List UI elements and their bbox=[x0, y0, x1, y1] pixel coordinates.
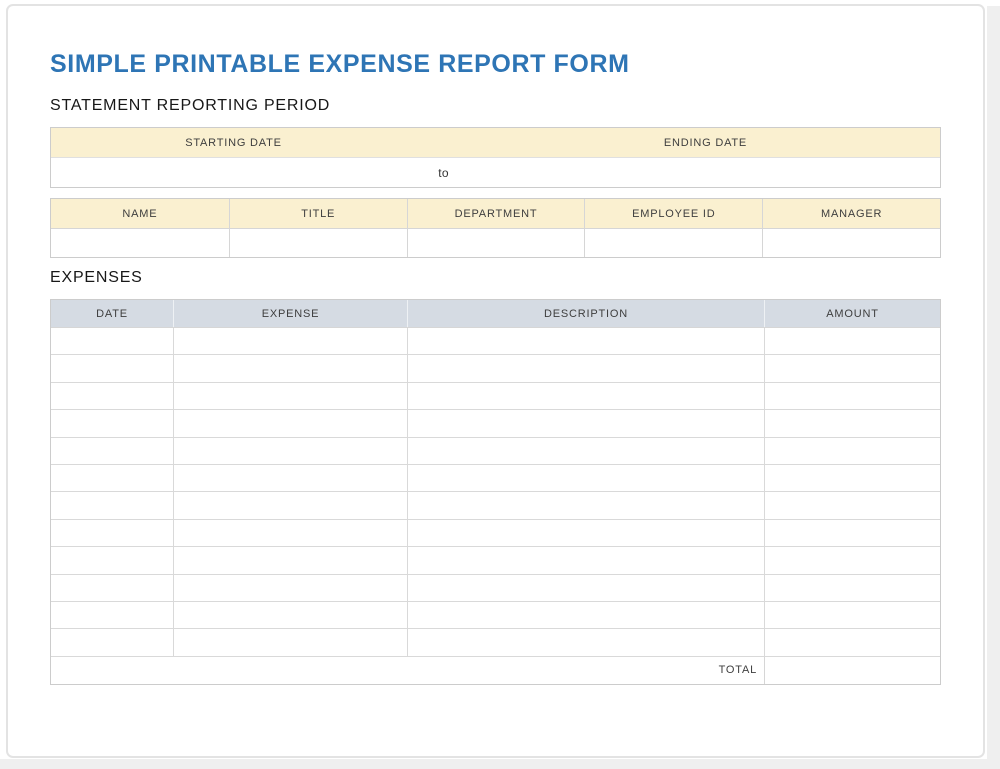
expense-cell[interactable] bbox=[764, 492, 940, 518]
expense-cell[interactable] bbox=[764, 465, 940, 491]
expenses-table: DATE EXPENSE DESCRIPTION AMOUNT TOTAL bbox=[50, 299, 941, 685]
expense-cell[interactable] bbox=[173, 602, 407, 628]
expense-cell[interactable] bbox=[764, 547, 940, 573]
department-header: DEPARTMENT bbox=[407, 199, 585, 228]
expenses-total-row: TOTAL bbox=[51, 657, 940, 684]
to-label: to bbox=[416, 158, 471, 187]
expense-cell[interactable] bbox=[764, 438, 940, 464]
ending-date-field[interactable] bbox=[471, 158, 940, 187]
reporting-period-value-row: to bbox=[51, 158, 940, 187]
expense-cell[interactable] bbox=[51, 410, 173, 436]
header-spacer-cell bbox=[416, 128, 471, 157]
expense-cell[interactable] bbox=[407, 520, 764, 546]
expense-cell[interactable] bbox=[764, 383, 940, 409]
expense-cell[interactable] bbox=[173, 328, 407, 354]
expense-header: EXPENSE bbox=[173, 300, 407, 327]
expense-cell[interactable] bbox=[51, 438, 173, 464]
expense-row bbox=[51, 575, 940, 602]
expense-cell[interactable] bbox=[407, 575, 764, 601]
section-heading-expenses: EXPENSES bbox=[50, 269, 143, 287]
name-header: NAME bbox=[51, 199, 229, 228]
expense-cell[interactable] bbox=[764, 328, 940, 354]
date-header: DATE bbox=[51, 300, 173, 327]
expense-cell[interactable] bbox=[407, 547, 764, 573]
expense-cell[interactable] bbox=[407, 492, 764, 518]
total-label: TOTAL bbox=[51, 657, 764, 684]
employee-id-header: EMPLOYEE ID bbox=[584, 199, 762, 228]
expense-row bbox=[51, 520, 940, 547]
title-field[interactable] bbox=[229, 229, 407, 257]
title-header: TITLE bbox=[229, 199, 407, 228]
name-field[interactable] bbox=[51, 229, 229, 257]
expense-row bbox=[51, 629, 940, 656]
expense-row bbox=[51, 465, 940, 492]
expense-row bbox=[51, 383, 940, 410]
expense-cell[interactable] bbox=[407, 328, 764, 354]
expense-cell[interactable] bbox=[173, 575, 407, 601]
expenses-header-row: DATE EXPENSE DESCRIPTION AMOUNT bbox=[51, 300, 940, 328]
expense-cell[interactable] bbox=[173, 355, 407, 381]
expense-cell[interactable] bbox=[407, 410, 764, 436]
page-right-margin bbox=[987, 6, 1000, 769]
ending-date-header: ENDING DATE bbox=[471, 128, 940, 157]
expense-cell[interactable] bbox=[51, 520, 173, 546]
expense-cell[interactable] bbox=[51, 547, 173, 573]
manager-field[interactable] bbox=[762, 229, 940, 257]
starting-date-header: STARTING DATE bbox=[51, 128, 416, 157]
expense-row bbox=[51, 438, 940, 465]
employee-value-row bbox=[51, 229, 940, 257]
description-header: DESCRIPTION bbox=[407, 300, 764, 327]
expense-cell[interactable] bbox=[173, 547, 407, 573]
expense-cell[interactable] bbox=[764, 520, 940, 546]
expense-cell[interactable] bbox=[51, 629, 173, 655]
expense-rows-body bbox=[51, 328, 940, 657]
expense-cell[interactable] bbox=[51, 575, 173, 601]
expense-cell[interactable] bbox=[764, 602, 940, 628]
amount-header: AMOUNT bbox=[764, 300, 940, 327]
expense-cell[interactable] bbox=[173, 438, 407, 464]
expense-cell[interactable] bbox=[407, 629, 764, 655]
reporting-period-header-row: STARTING DATE ENDING DATE bbox=[51, 128, 940, 158]
expense-cell[interactable] bbox=[407, 383, 764, 409]
employee-id-field[interactable] bbox=[584, 229, 762, 257]
expense-row bbox=[51, 602, 940, 629]
expense-cell[interactable] bbox=[51, 383, 173, 409]
expense-cell[interactable] bbox=[764, 355, 940, 381]
section-heading-reporting-period: STATEMENT REPORTING PERIOD bbox=[50, 97, 330, 115]
expense-cell[interactable] bbox=[764, 575, 940, 601]
page-title: SIMPLE PRINTABLE EXPENSE REPORT FORM bbox=[50, 50, 630, 79]
department-field[interactable] bbox=[407, 229, 585, 257]
expense-cell[interactable] bbox=[51, 465, 173, 491]
expense-cell[interactable] bbox=[51, 492, 173, 518]
expense-row bbox=[51, 328, 940, 355]
expense-cell[interactable] bbox=[407, 602, 764, 628]
expense-cell[interactable] bbox=[173, 520, 407, 546]
expense-cell[interactable] bbox=[407, 465, 764, 491]
reporting-period-table: STARTING DATE ENDING DATE to bbox=[50, 127, 941, 188]
document-viewport: SIMPLE PRINTABLE EXPENSE REPORT FORM STA… bbox=[0, 0, 1000, 769]
expense-cell[interactable] bbox=[173, 410, 407, 436]
page-bottom-margin bbox=[0, 759, 1000, 769]
expense-cell[interactable] bbox=[764, 629, 940, 655]
expense-cell[interactable] bbox=[407, 438, 764, 464]
expense-cell[interactable] bbox=[173, 383, 407, 409]
expense-row bbox=[51, 547, 940, 574]
expense-row bbox=[51, 492, 940, 519]
expense-cell[interactable] bbox=[51, 355, 173, 381]
expense-cell[interactable] bbox=[173, 629, 407, 655]
expense-cell[interactable] bbox=[407, 355, 764, 381]
expense-row bbox=[51, 410, 940, 437]
manager-header: MANAGER bbox=[762, 199, 940, 228]
total-amount-field[interactable] bbox=[764, 657, 940, 684]
expense-cell[interactable] bbox=[51, 602, 173, 628]
employee-header-row: NAME TITLE DEPARTMENT EMPLOYEE ID MANAGE… bbox=[51, 199, 940, 229]
expense-row bbox=[51, 355, 940, 382]
expense-cell[interactable] bbox=[764, 410, 940, 436]
employee-info-table: NAME TITLE DEPARTMENT EMPLOYEE ID MANAGE… bbox=[50, 198, 941, 258]
expense-cell[interactable] bbox=[51, 328, 173, 354]
expense-cell[interactable] bbox=[173, 492, 407, 518]
starting-date-field[interactable] bbox=[51, 158, 416, 187]
expense-cell[interactable] bbox=[173, 465, 407, 491]
